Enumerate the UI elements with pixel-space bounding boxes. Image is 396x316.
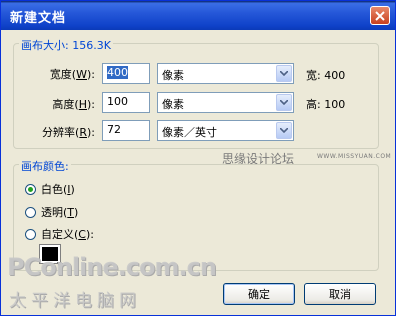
dialog-title: 新建文档 <box>10 11 67 26</box>
close-button[interactable] <box>370 6 390 25</box>
chevron-down-icon <box>276 94 292 111</box>
width-input[interactable]: 400 <box>102 63 150 84</box>
resolution-unit-select[interactable]: 像素／英寸 <box>157 120 294 141</box>
height-readout: 高: 100 <box>306 98 346 111</box>
ok-button[interactable]: 确定 <box>223 283 295 305</box>
height-input[interactable]: 100 <box>102 92 150 113</box>
radio-transparent-label: 透明(T) <box>41 206 79 219</box>
radio-white[interactable]: 白色(I) <box>25 181 75 197</box>
cancel-button[interactable]: 取消 <box>304 283 376 305</box>
radio-indicator <box>25 228 36 240</box>
radio-custom[interactable]: 自定义(C): <box>25 226 94 242</box>
radio-custom-label: 自定义(C): <box>41 228 94 241</box>
watermark-url: WWW.MISSYUAN.COM <box>317 153 392 160</box>
pconline-logo: PConline.com.cn <box>7 253 217 281</box>
canvas-color-legend: 画布颜色: <box>19 158 71 174</box>
radio-indicator <box>25 183 36 195</box>
canvas-size-legend: 画布大小: 156.3K <box>19 37 113 53</box>
chevron-down-icon <box>276 65 292 82</box>
height-unit-select[interactable]: 像素 <box>157 92 294 113</box>
pconline-logo-sub: 太平洋电脑网 <box>9 291 141 311</box>
chevron-down-icon <box>276 122 292 139</box>
width-readout: 宽: 400 <box>306 69 346 82</box>
close-icon <box>375 10 385 21</box>
new-document-dialog: 新建文档 画布大小: 156.3K 宽度(W): 400 像素 宽: 400 高… <box>0 0 396 316</box>
title-bar[interactable]: 新建文档 <box>1 1 395 30</box>
resolution-label: 分辨率(R): <box>42 126 95 139</box>
height-label: 高度(H): <box>52 98 95 111</box>
width-unit-select[interactable]: 像素 <box>157 63 294 84</box>
width-label: 宽度(W): <box>49 68 95 81</box>
radio-indicator <box>25 206 36 218</box>
radio-white-label: 白色(I) <box>41 183 75 196</box>
resolution-input[interactable]: 72 <box>102 120 150 141</box>
radio-transparent[interactable]: 透明(T) <box>25 204 78 220</box>
